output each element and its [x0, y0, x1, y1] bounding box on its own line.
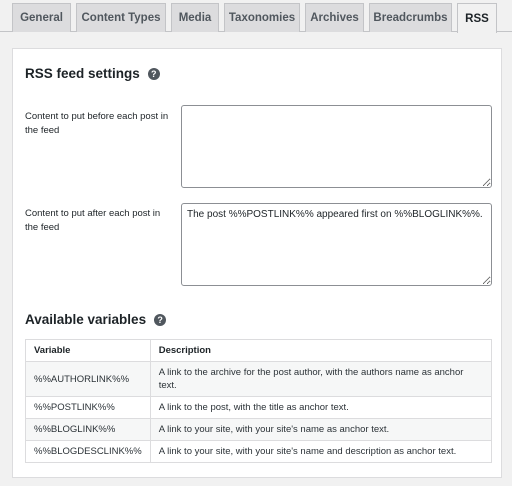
- variable-cell: %%BLOGDESCLINK%%: [25, 440, 151, 463]
- after-post-label: Content to put after each post in the fe…: [25, 208, 161, 233]
- variables-table: Variable Description %%AUTHORLINK%% A li…: [25, 339, 493, 463]
- description-cell: A link to your site, with your site's na…: [149, 440, 493, 463]
- tab-media[interactable]: Media: [171, 3, 219, 32]
- description-cell: A link to the archive for the post autho…: [149, 361, 493, 397]
- table-row: %%BLOGDESCLINK%% A link to your site, wi…: [25, 440, 493, 463]
- variable-cell: %%POSTLINK%%: [25, 396, 151, 419]
- column-header-variable: Variable: [25, 339, 151, 362]
- column-header-description: Description: [149, 339, 493, 362]
- table-row: %%AUTHORLINK%% A link to the archive for…: [25, 361, 493, 397]
- variable-cell: %%AUTHORLINK%%: [25, 361, 151, 397]
- before-post-textarea[interactable]: [181, 105, 492, 188]
- tab-rss[interactable]: RSS: [457, 3, 497, 33]
- table-row: %%BLOGLINK%% A link to your site, with y…: [25, 418, 493, 441]
- rss-section-title: RSS feed settings: [25, 66, 140, 81]
- settings-tab-bar: General Content Types Media Taxonomies A…: [0, 0, 512, 33]
- help-icon[interactable]: ?: [147, 67, 160, 80]
- description-cell: A link to the post, with the title as an…: [149, 396, 493, 419]
- rss-section-heading: RSS feed settings ?: [25, 66, 160, 81]
- before-post-label: Content to put before each post in the f…: [25, 111, 169, 136]
- description-cell: A link to your site, with your site's na…: [149, 418, 493, 441]
- table-row: %%POSTLINK%% A link to the post, with th…: [25, 396, 493, 419]
- tab-breadcrumbs[interactable]: Breadcrumbs: [369, 3, 452, 32]
- tab-general[interactable]: General: [12, 3, 71, 32]
- tab-taxonomies[interactable]: Taxonomies: [224, 3, 300, 32]
- settings-panel: RSS feed settings ? Content to put befor…: [12, 48, 502, 478]
- after-post-textarea[interactable]: The post %%POSTLINK%% appeared first on …: [181, 203, 492, 286]
- variable-cell: %%BLOGLINK%%: [25, 418, 151, 441]
- variables-section-heading: Available variables ?: [25, 312, 167, 327]
- variables-section-title: Available variables: [25, 312, 147, 327]
- table-header-row: Variable Description: [25, 339, 493, 362]
- tab-archives[interactable]: Archives: [305, 3, 364, 32]
- help-icon[interactable]: ?: [154, 313, 167, 326]
- tab-content-types[interactable]: Content Types: [76, 3, 166, 32]
